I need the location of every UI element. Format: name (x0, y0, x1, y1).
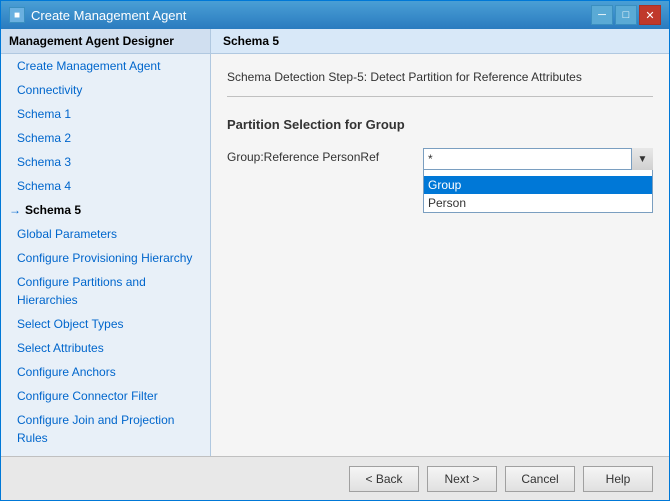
form-label: Group:Reference PersonRef (227, 148, 407, 164)
footer: < Back Next > Cancel Help (1, 456, 669, 500)
sidebar-item-schema5[interactable]: → Schema 5 (1, 198, 210, 222)
sidebar-item-configure-join[interactable]: Configure Join and Projection Rules (1, 408, 210, 450)
main-panel: Schema 5 Schema Detection Step-5: Detect… (211, 29, 669, 456)
dropdown-option-group[interactable]: Group (424, 176, 652, 194)
sidebar-item-configure-provisioning-hierarchy[interactable]: Configure Provisioning Hierarchy (1, 246, 210, 270)
sidebar-item-connectivity[interactable]: Connectivity (1, 78, 210, 102)
section-title: Partition Selection for Group (227, 117, 653, 132)
sidebar-header: Management Agent Designer (1, 29, 210, 54)
dropdown-list: Group Person (423, 170, 653, 213)
sidebar-item-configure-anchors[interactable]: Configure Anchors (1, 360, 210, 384)
sidebar-item-select-object-types[interactable]: Select Object Types (1, 312, 210, 336)
title-bar-left: ■ Create Management Agent (9, 7, 186, 23)
main-window: ■ Create Management Agent ─ □ ✕ Manageme… (0, 0, 670, 501)
dropdown-container: ▼ Group Person (423, 148, 653, 170)
sidebar-item-select-attributes[interactable]: Select Attributes (1, 336, 210, 360)
cancel-button[interactable]: Cancel (505, 466, 575, 492)
sidebar-item-create-management-agent[interactable]: Create Management Agent (1, 54, 210, 78)
form-row: Group:Reference PersonRef ▼ Group Person (227, 148, 653, 170)
minimize-button[interactable]: ─ (591, 5, 613, 25)
panel-content: Schema Detection Step-5: Detect Partitio… (211, 54, 669, 456)
back-button[interactable]: < Back (349, 466, 419, 492)
window-title: Create Management Agent (31, 8, 186, 23)
sidebar-item-schema1[interactable]: Schema 1 (1, 102, 210, 126)
reference-dropdown-input[interactable] (423, 148, 653, 170)
sidebar-item-configure-partitions[interactable]: Configure Partitions and Hierarchies (1, 270, 210, 312)
sidebar-item-schema3[interactable]: Schema 3 (1, 150, 210, 174)
help-button[interactable]: Help (583, 466, 653, 492)
sidebar-item-schema5-label: Schema 5 (25, 201, 81, 219)
sidebar: Management Agent Designer Create Managem… (1, 29, 211, 456)
step-description: Schema Detection Step-5: Detect Partitio… (227, 70, 653, 97)
close-button[interactable]: ✕ (639, 5, 661, 25)
sidebar-item-configure-connector-filter[interactable]: Configure Connector Filter (1, 384, 210, 408)
sidebar-item-schema2[interactable]: Schema 2 (1, 126, 210, 150)
dropdown-option-person[interactable]: Person (424, 194, 652, 212)
sidebar-item-global-parameters[interactable]: Global Parameters (1, 222, 210, 246)
next-button[interactable]: Next > (427, 466, 497, 492)
maximize-button[interactable]: □ (615, 5, 637, 25)
app-icon: ■ (9, 7, 25, 23)
arrow-icon: → (9, 201, 21, 219)
panel-header: Schema 5 (211, 29, 669, 54)
title-bar: ■ Create Management Agent ─ □ ✕ (1, 1, 669, 29)
content-area: Management Agent Designer Create Managem… (1, 29, 669, 456)
sidebar-item-schema4[interactable]: Schema 4 (1, 174, 210, 198)
title-bar-buttons: ─ □ ✕ (591, 5, 661, 25)
dropdown-arrow-icon[interactable]: ▼ (631, 148, 653, 170)
